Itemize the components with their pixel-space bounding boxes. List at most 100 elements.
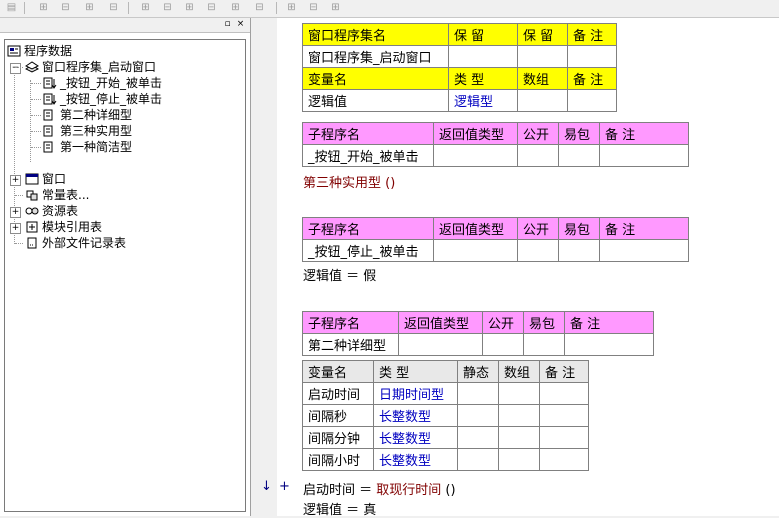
tree-node-sub-detailed[interactable]: 第二种详细型 <box>43 107 133 123</box>
cell[interactable] <box>567 89 617 112</box>
toolbar-button-4[interactable]: ⊞ <box>82 1 97 15</box>
code-line-assign-bool[interactable]: 逻辑值 ＝ 真 <box>303 499 376 518</box>
toolbar-button-14[interactable]: ⊞ <box>328 1 343 15</box>
cell[interactable] <box>564 333 654 356</box>
sub-program-icon <box>43 109 57 121</box>
sub-program-icon <box>43 93 57 105</box>
cell[interactable] <box>517 239 559 262</box>
cell[interactable] <box>558 144 600 167</box>
cell[interactable] <box>433 144 518 167</box>
cell[interactable] <box>599 239 689 262</box>
header-cell: 保 留 <box>448 23 518 46</box>
expand-icon[interactable]: + <box>10 223 21 234</box>
tree-node-module-reference[interactable]: 模块引用表 <box>25 219 103 235</box>
cell[interactable] <box>398 333 483 356</box>
project-tree-pane: ▫ × 程序数据 窗口程序集_启动窗口 − _按钮_开始_被单击 _按钮_停止_… <box>0 18 251 516</box>
code-editor[interactable]: 窗口程序集名 保 留 保 留 备 注 窗口程序集_启动窗口 变量名 类 型 数组… <box>277 18 779 518</box>
variable-name-cell[interactable]: 间隔秒 <box>302 404 374 427</box>
resource-table-icon <box>25 205 39 217</box>
cell[interactable] <box>517 144 559 167</box>
cell[interactable] <box>523 333 565 356</box>
subprogram-name-cell[interactable]: _按钮_停止_被单击 <box>302 239 434 262</box>
toolbar-button-10[interactable]: ⊞ <box>228 1 243 15</box>
tree-node-startup-window-class[interactable]: 窗口程序集_启动窗口 <box>25 59 157 75</box>
header-cell: 备 注 <box>567 67 617 90</box>
variable-type-cell[interactable]: 日期时间型 <box>373 382 458 405</box>
tree-node-sub-start-clicked[interactable]: _按钮_开始_被单击 <box>43 75 163 91</box>
cell[interactable] <box>457 382 499 405</box>
header-cell: 公开 <box>482 311 524 334</box>
cell[interactable] <box>457 426 499 449</box>
subprogram-name-cell[interactable]: 第二种详细型 <box>302 333 399 356</box>
cell[interactable] <box>539 382 589 405</box>
cell[interactable] <box>498 448 540 471</box>
tree-node-label: 程序数据 <box>24 44 73 58</box>
toolbar-button-7[interactable]: ⊟ <box>160 1 175 15</box>
tree-node-sub-practical[interactable]: 第三种实用型 <box>43 123 133 139</box>
cell[interactable] <box>433 239 518 262</box>
cell[interactable] <box>498 426 540 449</box>
cell[interactable] <box>517 45 568 68</box>
cell[interactable] <box>482 333 524 356</box>
expand-icon[interactable]: + <box>10 207 21 218</box>
assembly-name-cell[interactable]: 窗口程序集_启动窗口 <box>302 45 449 68</box>
tree-node-sub-concise[interactable]: 第一种简洁型 <box>43 139 133 155</box>
tree-node-resource-table[interactable]: 资源表 <box>25 203 79 219</box>
plus-icon[interactable]: + <box>279 479 290 494</box>
toolbar-separator <box>128 2 129 14</box>
variable-name-cell[interactable]: 逻辑值 <box>302 89 449 112</box>
cell[interactable] <box>498 382 540 405</box>
tree-node-label: 第二种详细型 <box>60 108 133 122</box>
header-cell: 数组 <box>517 67 568 90</box>
cell[interactable] <box>457 404 499 427</box>
variable-type-cell[interactable]: 长整数型 <box>373 426 458 449</box>
tree-node-constant-table[interactable]: 常量表... <box>25 187 90 203</box>
collapse-icon[interactable]: − <box>10 63 21 74</box>
close-icon[interactable]: × <box>235 19 246 30</box>
cell[interactable] <box>599 144 689 167</box>
cell[interactable] <box>567 45 617 68</box>
assembly-table: 窗口程序集名 保 留 保 留 备 注 窗口程序集_启动窗口 变量名 类 型 数组… <box>302 23 617 112</box>
cell[interactable] <box>448 45 518 68</box>
cell[interactable] <box>539 404 589 427</box>
toolbar-button-6[interactable]: ⊞ <box>138 1 153 15</box>
variable-name-cell[interactable]: 间隔小时 <box>302 448 374 471</box>
header-cell: 备 注 <box>539 360 589 383</box>
cell[interactable] <box>539 448 589 471</box>
toolbar-button-3[interactable]: ⊟ <box>58 1 73 15</box>
flow-arrow-icon[interactable]: ↓ <box>261 479 272 494</box>
variable-name-cell[interactable]: 启动时间 <box>302 382 374 405</box>
expand-icon[interactable]: + <box>10 175 21 186</box>
code-line[interactable]: 第三种实用型 () <box>303 172 395 191</box>
cell[interactable] <box>498 404 540 427</box>
toolbar-button-2[interactable]: ⊞ <box>36 1 51 15</box>
pin-icon[interactable]: ▫ <box>222 19 233 30</box>
subprogram-table-start: 子程序名 返回值类型 公开 易包 备 注 _按钮_开始_被单击 <box>302 122 689 167</box>
toolbar-button-1[interactable]: ▤ <box>4 1 19 15</box>
cell[interactable] <box>558 239 600 262</box>
variable-type-cell[interactable]: 长整数型 <box>373 448 458 471</box>
toolbar-button-12[interactable]: ⊞ <box>284 1 299 15</box>
code-line-assign-time[interactable]: 启动时间 ＝ 取现行时间 () <box>303 479 456 498</box>
cell[interactable] <box>539 426 589 449</box>
subprogram-name-cell[interactable]: _按钮_开始_被单击 <box>302 144 434 167</box>
toolbar-button-8[interactable]: ⊞ <box>182 1 197 15</box>
variable-type-cell[interactable]: 逻辑型 <box>448 89 518 112</box>
code-line[interactable]: 逻辑值 ＝ 假 <box>303 265 376 284</box>
tree-node-program-data[interactable]: 程序数据 <box>7 43 73 59</box>
header-cell: 变量名 <box>302 67 449 90</box>
toolbar-button-9[interactable]: ⊟ <box>204 1 219 15</box>
toolbar-button-5[interactable]: ⊟ <box>106 1 121 15</box>
variable-type-cell[interactable]: 长整数型 <box>373 404 458 427</box>
toolbar-button-13[interactable]: ⊟ <box>306 1 321 15</box>
tree-node-label: 模块引用表 <box>42 220 103 234</box>
cell[interactable] <box>517 89 568 112</box>
tree-node-sub-stop-clicked[interactable]: _按钮_停止_被单击 <box>43 91 163 107</box>
module-ref-icon <box>25 221 39 233</box>
tree-node-window[interactable]: 窗口 <box>25 171 67 187</box>
toolbar-button-11[interactable]: ⊟ <box>252 1 267 15</box>
variable-name-cell[interactable]: 间隔分钟 <box>302 426 374 449</box>
tree-node-external-files[interactable]: 外部文件记录表 <box>25 235 127 251</box>
cell[interactable] <box>457 448 499 471</box>
tree-guide <box>15 243 23 244</box>
